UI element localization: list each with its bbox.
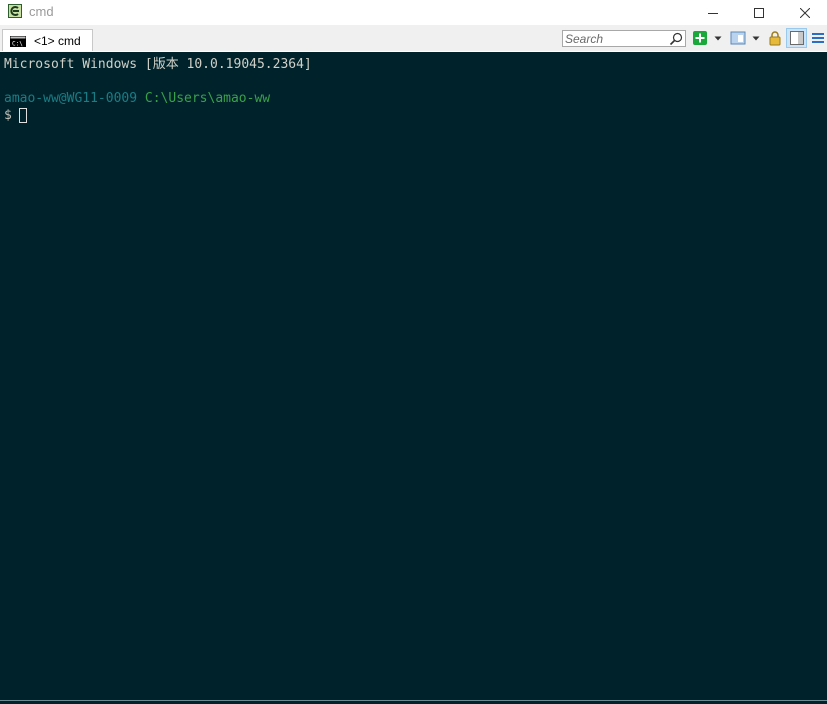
version-line: Microsoft Windows [版本 10.0.19045.2364]: [4, 57, 312, 72]
split-pane-dropdown-icon[interactable]: [752, 30, 760, 46]
new-console-icon[interactable]: [692, 30, 708, 46]
prompt-path: C:\Users\amao-ww: [144, 91, 271, 106]
maximize-button[interactable]: [736, 0, 782, 25]
search-box[interactable]: [562, 30, 686, 47]
close-icon: [800, 7, 810, 18]
title-bar: cmd: [0, 0, 827, 25]
search-icon[interactable]: [669, 32, 683, 46]
minimize-button[interactable]: [690, 0, 736, 25]
close-button[interactable]: [782, 0, 827, 25]
tab-label: <1> cmd: [34, 34, 81, 48]
lock-icon[interactable]: [767, 30, 783, 46]
minimize-icon: [708, 12, 718, 14]
tab-bar: C:\ <1> cmd: [0, 25, 827, 51]
svg-text:C:\: C:\: [12, 41, 23, 48]
prompt-symbol: $: [4, 108, 12, 123]
tab-cmd[interactable]: C:\ <1> cmd: [2, 29, 93, 51]
toggle-panel-icon: [790, 31, 804, 45]
toggle-panel-button[interactable]: [786, 28, 807, 48]
search-input[interactable]: [565, 31, 665, 46]
split-pane-icon[interactable]: [730, 30, 746, 46]
cmd-console-icon: C:\: [10, 36, 26, 47]
text-cursor: [19, 108, 27, 123]
new-console-dropdown-icon[interactable]: [714, 30, 722, 46]
status-bar: [0, 700, 827, 704]
menu-icon[interactable]: [810, 30, 826, 46]
maximize-icon: [754, 7, 764, 18]
prompt-header: amao-ww@WG11-0009 C:\Users\amao-ww: [4, 90, 270, 107]
window-title: cmd: [29, 4, 54, 19]
prompt-user: amao-ww@WG11-0009: [4, 91, 138, 106]
terminal-area[interactable]: Microsoft Windows [版本 10.0.19045.2364] a…: [0, 52, 827, 700]
conemu-app-icon: [8, 4, 22, 18]
